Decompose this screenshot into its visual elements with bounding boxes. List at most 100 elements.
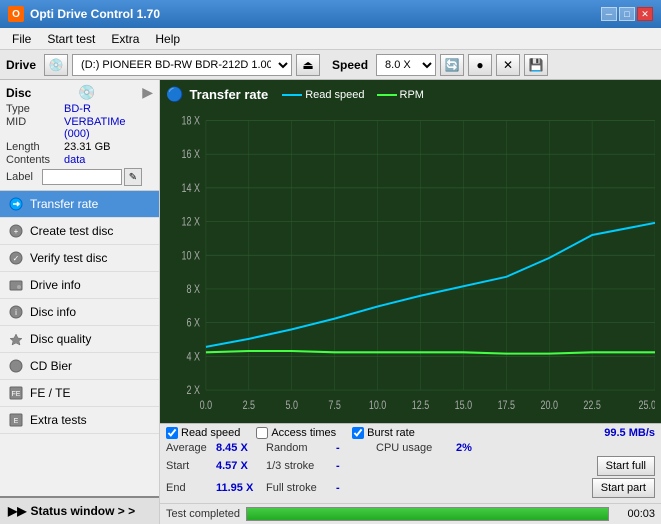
svg-text:14 X: 14 X — [181, 182, 199, 196]
erase-btn[interactable]: ✕ — [496, 54, 520, 76]
nav-fe-te[interactable]: FE FE / TE — [0, 380, 159, 407]
extra-tests-icon: E — [8, 412, 24, 428]
start-full-button[interactable]: Start full — [597, 456, 655, 476]
progress-row: Test completed 00:03 — [160, 503, 661, 524]
speed-select[interactable]: 8.0 X — [376, 54, 436, 76]
svg-text:4 X: 4 X — [186, 350, 199, 364]
progress-time: 00:03 — [615, 508, 655, 520]
svg-text:16 X: 16 X — [181, 148, 199, 162]
svg-text:+: + — [14, 227, 19, 236]
burn-btn[interactable]: ● — [468, 54, 492, 76]
burst-rate-display: 99.5 MB/s — [604, 427, 655, 439]
end-value: 11.95 X — [216, 482, 266, 494]
status-window-icon: ▶▶ — [8, 504, 26, 518]
svg-text:FE: FE — [12, 391, 21, 398]
svg-text:12 X: 12 X — [181, 215, 199, 229]
menu-help[interactable]: Help — [147, 30, 188, 48]
drive-toolbar: Drive 💿 (D:) PIONEER BD-RW BDR-212D 1.00… — [0, 50, 661, 80]
svg-text:17.5: 17.5 — [498, 399, 516, 413]
svg-text:7.5: 7.5 — [328, 399, 341, 413]
disc-type-row: Type BD-R — [6, 103, 153, 115]
refresh-btn[interactable]: 🔄 — [440, 54, 464, 76]
nav-drive-info[interactable]: Drive info — [0, 272, 159, 299]
nav-disc-info[interactable]: i Disc info — [0, 299, 159, 326]
menu-file[interactable]: File — [4, 30, 39, 48]
burst-rate-value: 99.5 MB/s — [604, 427, 655, 439]
start-part-button[interactable]: Start part — [592, 478, 655, 498]
svg-text:20.0: 20.0 — [540, 399, 558, 413]
nav-transfer-rate[interactable]: Transfer rate — [0, 191, 159, 218]
nav-disc-quality[interactable]: Disc quality — [0, 326, 159, 353]
random-value: - — [336, 442, 376, 454]
drive-info-icon — [8, 277, 24, 293]
disc-length-label: Length — [6, 141, 64, 153]
chart-legend: Read speed RPM — [282, 89, 424, 101]
read-speed-checkbox[interactable] — [166, 427, 178, 439]
full-stroke-value: - — [336, 482, 376, 494]
svg-text:E: E — [14, 418, 19, 425]
save-btn[interactable]: 💾 — [524, 54, 548, 76]
svg-text:2.5: 2.5 — [243, 399, 256, 413]
nav-cd-bier-label: CD Bier — [30, 359, 72, 373]
cpu-usage-label: CPU usage — [376, 442, 456, 454]
sidebar: Disc 💿 ▶ Type BD-R MID VERBATIMe (000) L… — [0, 80, 160, 524]
title-bar-left: O Opti Drive Control 1.70 — [8, 6, 160, 22]
burst-rate-checkbox[interactable] — [352, 427, 364, 439]
average-label: Average — [166, 442, 216, 454]
legend-rpm-color — [377, 94, 397, 96]
progress-bar-container — [246, 507, 609, 521]
disc-arrow: ▶ — [142, 84, 153, 101]
nav-extra-tests[interactable]: E Extra tests — [0, 407, 159, 434]
full-stroke-label: Full stroke — [266, 482, 336, 494]
status-window-label: Status window > > — [30, 504, 135, 518]
read-speed-label: Read speed — [181, 427, 240, 439]
disc-label-input[interactable] — [42, 169, 122, 185]
legend-rpm: RPM — [377, 89, 424, 101]
drive-select[interactable]: (D:) PIONEER BD-RW BDR-212D 1.00 — [72, 54, 292, 76]
start-label: Start — [166, 460, 216, 472]
menu-start-test[interactable]: Start test — [39, 30, 103, 48]
title-bar: O Opti Drive Control 1.70 ─ □ ✕ — [0, 0, 661, 28]
stats-area: Read speed Access times Burst rate 99.5 … — [160, 423, 661, 503]
nav-section: Transfer rate + Create test disc ✓ Verif… — [0, 191, 159, 496]
drive-icon-btn[interactable]: 💿 — [44, 54, 68, 76]
disc-header: Disc 💿 ▶ — [6, 84, 153, 101]
chart-area: 🔵 Transfer rate Read speed RPM — [160, 80, 661, 423]
legend-read-speed: Read speed — [282, 89, 364, 101]
nav-create-test-disc[interactable]: + Create test disc — [0, 218, 159, 245]
chart-container: 18 X 16 X 14 X 12 X 10 X 8 X 6 X 4 X 2 X… — [166, 107, 655, 417]
legend-rpm-label: RPM — [400, 89, 424, 101]
nav-create-test-disc-label: Create test disc — [30, 224, 113, 238]
app-title: Opti Drive Control 1.70 — [30, 7, 160, 21]
menu-bar: File Start test Extra Help — [0, 28, 661, 50]
nav-transfer-rate-label: Transfer rate — [30, 197, 98, 211]
drive-label: Drive — [6, 58, 36, 72]
status-window-button[interactable]: ▶▶ Status window > > — [0, 496, 159, 524]
disc-panel: Disc 💿 ▶ Type BD-R MID VERBATIMe (000) L… — [0, 80, 159, 191]
disc-label-edit-btn[interactable]: ✎ — [124, 168, 142, 186]
svg-text:i: i — [15, 308, 17, 317]
progress-label: Test completed — [166, 508, 240, 520]
stat-row-end: End 11.95 X Full stroke - Start part — [166, 478, 655, 498]
nav-disc-info-label: Disc info — [30, 305, 76, 319]
verify-test-disc-icon: ✓ — [8, 250, 24, 266]
disc-label-row: Label ✎ — [6, 168, 153, 186]
access-times-checkbox[interactable] — [256, 427, 268, 439]
minimize-button[interactable]: ─ — [601, 7, 617, 21]
menu-extra[interactable]: Extra — [103, 30, 147, 48]
cpu-usage-value: 2% — [456, 442, 506, 454]
app-icon: O — [8, 6, 24, 22]
svg-text:5.0: 5.0 — [286, 399, 299, 413]
access-times-label: Access times — [271, 427, 336, 439]
nav-verify-test-disc[interactable]: ✓ Verify test disc — [0, 245, 159, 272]
maximize-button[interactable]: □ — [619, 7, 635, 21]
start-value: 4.57 X — [216, 460, 266, 472]
svg-text:22.5: 22.5 — [583, 399, 601, 413]
end-label: End — [166, 482, 216, 494]
eject-button[interactable]: ⏏ — [296, 54, 320, 76]
close-button[interactable]: ✕ — [637, 7, 653, 21]
nav-cd-bier[interactable]: CD Bier — [0, 353, 159, 380]
create-test-disc-icon: + — [8, 223, 24, 239]
burst-rate-checkbox-label: Burst rate — [367, 427, 415, 439]
disc-info-icon: i — [8, 304, 24, 320]
